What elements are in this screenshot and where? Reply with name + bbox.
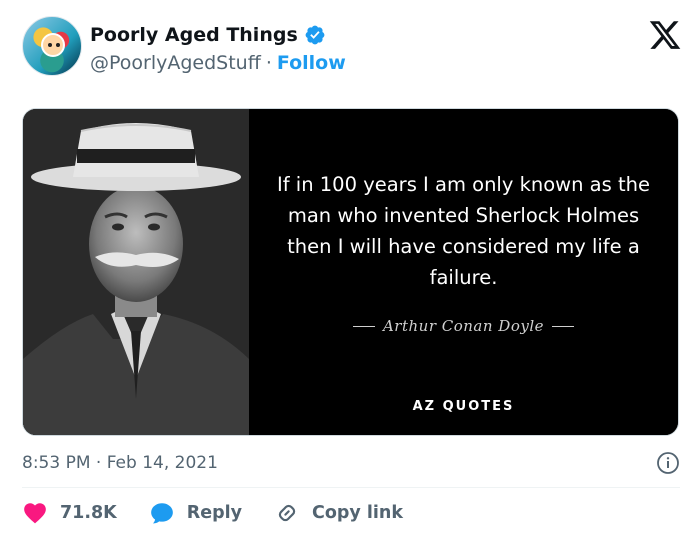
brand-watermark: AZ QUOTES xyxy=(412,399,515,414)
x-logo-icon[interactable] xyxy=(648,18,682,52)
like-count: 71.8K xyxy=(60,503,117,523)
divider xyxy=(22,487,680,488)
handle[interactable]: @PoorlyAgedStuff xyxy=(90,52,261,74)
author-dash-left xyxy=(352,325,375,327)
handle-row: @PoorlyAgedStuff · Follow xyxy=(90,50,346,76)
tweet-media[interactable]: If in 100 years I am only known as the m… xyxy=(22,108,679,436)
link-icon xyxy=(278,504,296,522)
avatar-face xyxy=(41,33,65,57)
avatar-eye xyxy=(48,43,52,47)
portrait-illustration xyxy=(23,109,249,435)
tweet-meta: 8:53 PM · Feb 14, 2021 xyxy=(22,450,680,476)
action-bar: 71.8K Reply Copy link xyxy=(22,498,435,528)
reply-button[interactable]: Reply xyxy=(149,500,242,526)
portrait-photo xyxy=(23,109,249,435)
name-row: Poorly Aged Things xyxy=(90,22,326,48)
like-button[interactable]: 71.8K xyxy=(22,500,117,526)
quote-text: If in 100 years I am only known as the m… xyxy=(276,173,650,289)
info-icon[interactable] xyxy=(656,451,680,475)
quote-panel: If in 100 years I am only known as the m… xyxy=(249,109,678,435)
tweet-header: Poorly Aged Things @PoorlyAgedStuff · Fo… xyxy=(22,14,682,84)
copy-link-label: Copy link xyxy=(312,503,404,523)
verified-badge-icon xyxy=(305,25,325,45)
avatar-eye xyxy=(56,43,60,47)
timestamp[interactable]: 8:53 PM · Feb 14, 2021 xyxy=(22,453,218,473)
copy-link-button[interactable]: Copy link xyxy=(274,500,403,526)
quote-author: Arthur Conan Doyle xyxy=(382,317,545,335)
avatar[interactable] xyxy=(22,16,82,76)
display-name[interactable]: Poorly Aged Things xyxy=(90,24,298,46)
reply-label: Reply xyxy=(186,503,243,523)
separator: · xyxy=(265,52,272,74)
heart-icon xyxy=(24,503,46,524)
reply-bubble-icon xyxy=(150,503,173,524)
author-dash-right xyxy=(552,325,575,327)
follow-button[interactable]: Follow xyxy=(277,52,346,74)
author-row: Arthur Conan Doyle xyxy=(249,317,678,335)
